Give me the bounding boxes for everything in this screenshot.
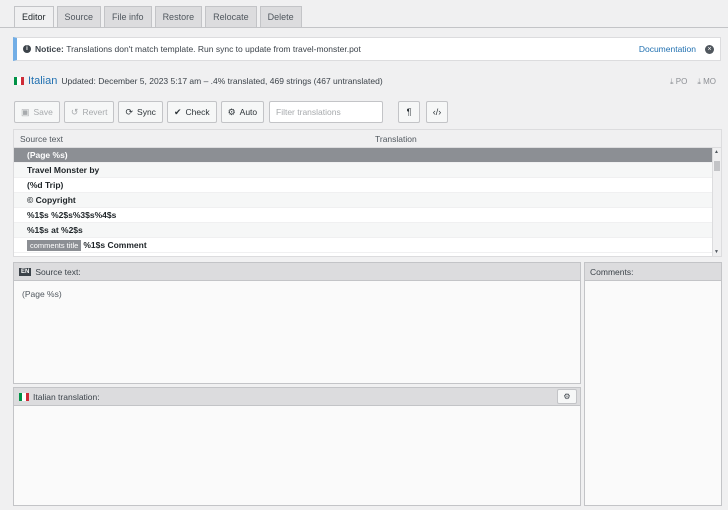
- row-source: %1$s Comment: [83, 240, 147, 250]
- close-icon[interactable]: ×: [705, 44, 714, 54]
- english-badge: EN: [19, 267, 32, 276]
- table-row[interactable]: (%d Trip): [14, 178, 721, 193]
- source-panel-label: Source text:: [35, 266, 81, 277]
- source-text-value: (Page %s): [22, 289, 62, 299]
- auto-button[interactable]: ⚙ Auto: [220, 101, 265, 123]
- download-po-link[interactable]: ⤓ PO: [670, 77, 687, 87]
- download-icon: ⤓: [697, 77, 701, 86]
- table-row[interactable]: Travel Monster by: [14, 163, 721, 178]
- robot-icon: ⚙: [227, 106, 236, 117]
- row-source: (Page %s): [27, 150, 68, 160]
- source-panel-body: (Page %s): [13, 281, 581, 384]
- tab-source[interactable]: Source: [56, 6, 102, 28]
- check-icon: ✔: [173, 106, 182, 117]
- download-icon: ⤓: [669, 77, 674, 86]
- save-button[interactable]: ▣ Save: [14, 101, 60, 123]
- italy-flag-icon: [19, 392, 29, 401]
- filter-input[interactable]: Filter translations: [269, 101, 383, 123]
- revert-button[interactable]: ↺ Revert: [63, 101, 115, 123]
- notice-text: Translations don't match template. Run s…: [66, 44, 361, 54]
- row-source: Travel Monster by: [27, 165, 100, 175]
- download-mo-link[interactable]: ⤓ MO: [697, 77, 716, 87]
- download-mo-label: MO: [703, 77, 716, 86]
- check-label: Check: [185, 107, 210, 117]
- tab-relocate[interactable]: Relocate: [205, 6, 257, 28]
- row-source: (%d Trip): [27, 180, 64, 190]
- language-status: Updated: December 5, 2023 5:17 am – .4% …: [61, 76, 383, 86]
- table-row[interactable]: %1$s %2$s%3$s%4$s: [14, 208, 721, 223]
- tab-restore[interactable]: Restore: [154, 6, 203, 28]
- translation-textarea[interactable]: [13, 406, 581, 506]
- scroll-thumb[interactable]: [714, 161, 720, 171]
- save-label: Save: [33, 107, 53, 117]
- tab-divider: [0, 27, 728, 28]
- sync-label: Sync: [137, 107, 156, 117]
- source-panel-header: EN Source text:: [13, 262, 581, 281]
- language-header: Italian Updated: December 5, 2023 5:17 a…: [14, 73, 718, 89]
- save-icon: ▣: [21, 106, 30, 117]
- col-translation[interactable]: Translation: [375, 134, 417, 144]
- tab-delete[interactable]: Delete: [259, 6, 302, 28]
- info-icon: i: [23, 45, 31, 53]
- sync-button[interactable]: ⟳ Sync: [118, 101, 163, 123]
- row-source: %1$s %2$s%3$s%4$s: [27, 210, 117, 220]
- revert-label: Revert: [82, 107, 108, 117]
- tab-editor[interactable]: Editor: [14, 6, 54, 28]
- row-source: %1$s at %2$s: [27, 225, 83, 235]
- strings-table: Source text Translation (Page %s) Travel…: [13, 129, 722, 257]
- revert-icon: ↺: [70, 106, 79, 117]
- comments-textarea[interactable]: [584, 281, 722, 506]
- italy-flag-icon: [14, 77, 24, 85]
- robot-icon[interactable]: ⚙: [557, 389, 577, 404]
- comments-panel-header: Comments:: [584, 262, 722, 281]
- translation-panel-header: Italian translation: ⚙: [13, 387, 581, 406]
- code-icon[interactable]: ‹/›: [426, 101, 448, 123]
- col-source-text[interactable]: Source text: [20, 134, 63, 144]
- auto-label: Auto: [239, 107, 258, 117]
- notice-label: Notice:: [35, 44, 64, 54]
- download-po-label: PO: [675, 77, 688, 86]
- scroll-up-icon[interactable]: ▲: [714, 149, 719, 155]
- pilcrow-icon[interactable]: ¶: [398, 101, 420, 123]
- sync-icon: ⟳: [125, 106, 134, 117]
- table-row[interactable]: © Copyright: [14, 193, 721, 208]
- download-links: ⤓ PO ⤓ MO: [670, 77, 716, 87]
- table-row[interactable]: comments title %1$s Comment: [14, 238, 721, 253]
- sync-notice: i Notice: Translations don't match templ…: [13, 37, 721, 61]
- editor-toolbar: ▣ Save ↺ Revert ⟳ Sync ✔ Check ⚙ Auto: [14, 101, 265, 123]
- scroll-down-icon[interactable]: ▼: [714, 249, 719, 255]
- table-header: Source text Translation: [14, 130, 721, 148]
- table-row[interactable]: %1$s at %2$s: [14, 223, 721, 238]
- table-scrollbar[interactable]: ▲ ▼: [712, 148, 721, 256]
- comments-panel-label: Comments:: [590, 266, 634, 277]
- documentation-link[interactable]: Documentation: [639, 44, 696, 54]
- row-source: © Copyright: [27, 195, 76, 205]
- check-button[interactable]: ✔ Check: [166, 101, 217, 123]
- context-badge: comments title: [27, 240, 82, 251]
- translation-panel-label: Italian translation:: [33, 391, 100, 402]
- language-name[interactable]: Italian: [28, 75, 57, 87]
- tab-bar: Editor Source File info Restore Relocate…: [14, 6, 302, 28]
- table-row[interactable]: (Page %s): [14, 148, 721, 163]
- tab-file-info[interactable]: File info: [104, 6, 152, 28]
